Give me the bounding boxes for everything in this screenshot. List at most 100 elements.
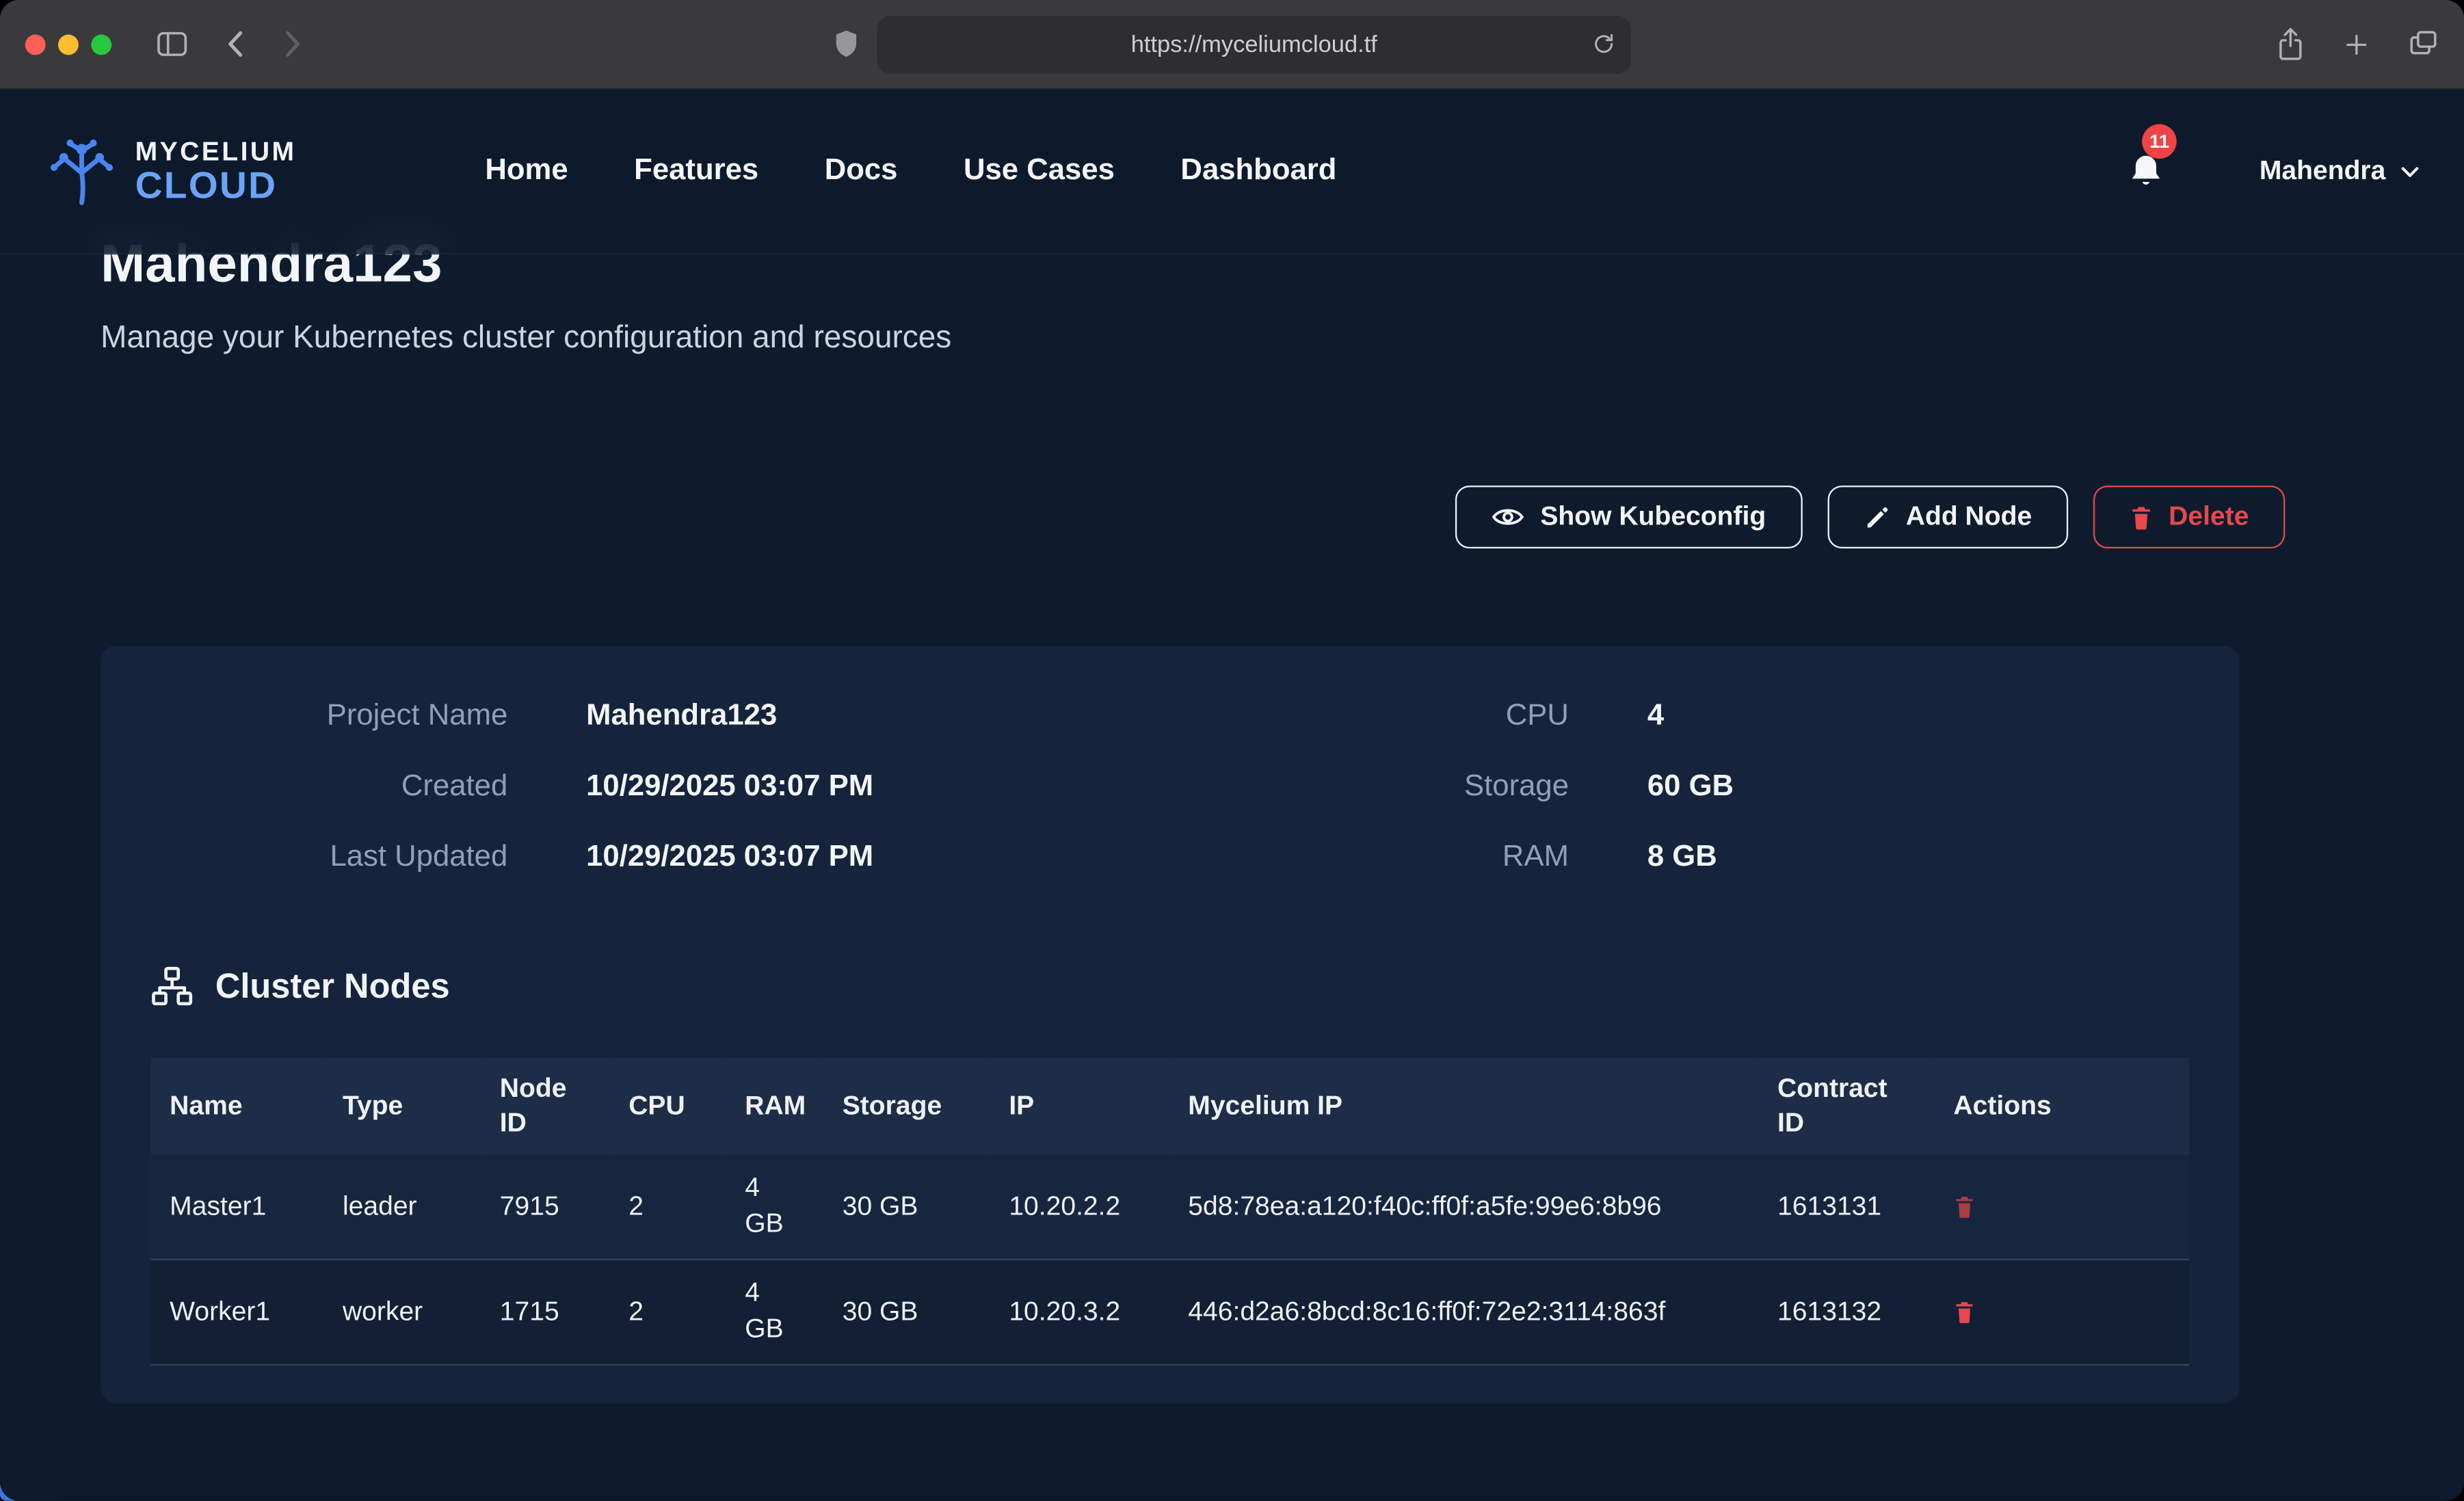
add-node-button[interactable]: Add Node xyxy=(1827,486,2068,548)
cluster-card: Project Name Mahendra123 Created 10/29/2… xyxy=(101,646,2240,1403)
zoom-window-button[interactable] xyxy=(91,34,111,54)
detail-label: RAM xyxy=(1333,840,1569,875)
back-button[interactable] xyxy=(226,30,243,58)
reload-button[interactable] xyxy=(1592,32,1615,55)
tabs-overview-icon xyxy=(2408,28,2439,59)
page-viewport: MYCELIUM CLOUD Home Features Docs Use Ca… xyxy=(0,90,2464,1501)
pencil-icon xyxy=(1864,504,1890,531)
add-node-label: Add Node xyxy=(1906,501,2032,533)
plus-icon xyxy=(2343,31,2370,57)
cell-ram: 4 GB xyxy=(726,1260,823,1365)
nav-link[interactable]: Docs xyxy=(825,154,898,189)
details-column-right: CPU 4 Storage 60 GB RAM xyxy=(1333,680,2189,892)
cell-mycelium-ip: 446:d2a6:8bcd:8c16:ff0f:72e2:3114:863f xyxy=(1169,1260,1759,1365)
detail-value: 4 xyxy=(1647,698,1664,733)
main-content: Mahendra123 Manage your Kubernetes clust… xyxy=(0,90,2464,1403)
table-head: Name Type Node ID CPU RAM xyxy=(151,1058,2190,1156)
table-row: Master1 leader 7915 2 4 GB 30 GB 10.20.2… xyxy=(151,1155,2190,1260)
detail-row: CPU 4 xyxy=(1333,680,2189,751)
column-header: CPU xyxy=(610,1058,726,1156)
nav-link[interactable]: Use Cases xyxy=(964,154,1115,189)
tab-overview-button[interactable] xyxy=(2408,28,2439,59)
share-button[interactable] xyxy=(2276,27,2306,62)
column-header: IP xyxy=(990,1058,1169,1156)
brand-line1: MYCELIUM xyxy=(135,137,297,164)
user-menu[interactable]: Mahendra xyxy=(2260,156,2420,187)
detail-row: Storage 60 GB xyxy=(1333,751,2189,821)
delete-node-button[interactable] xyxy=(1953,1299,1975,1325)
detail-row: Project Name Mahendra123 xyxy=(151,680,1334,751)
chrome-right-actions xyxy=(2276,0,2439,88)
brand-text: MYCELIUM CLOUD xyxy=(135,137,297,205)
minimize-window-button[interactable] xyxy=(58,34,79,54)
cluster-nodes-header: Cluster Nodes xyxy=(151,965,2190,1007)
nav-link[interactable]: Home xyxy=(485,154,568,189)
delete-label: Delete xyxy=(2169,501,2249,533)
cell-contract-id: 1613132 xyxy=(1758,1260,1934,1365)
nav-link[interactable]: Features xyxy=(634,154,758,189)
traffic-lights xyxy=(25,34,111,54)
cell-mycelium-ip: 5d8:78ea:a120:f40c:ff0f:a5fe:99e6:8b96 xyxy=(1169,1155,1759,1260)
cell-cpu: 2 xyxy=(610,1155,726,1260)
chevron-right-icon xyxy=(284,30,302,58)
cell-storage: 30 GB xyxy=(823,1260,990,1365)
shield-icon[interactable] xyxy=(833,28,860,59)
address-bar[interactable]: https://myceliumcloud.tf xyxy=(877,15,1631,73)
detail-value: 60 GB xyxy=(1647,769,1734,804)
cell-type: leader xyxy=(323,1155,481,1260)
detail-label: CPU xyxy=(1333,698,1569,733)
history-navigation xyxy=(226,30,302,58)
cluster-nodes-table: Name Type Node ID CPU RAM xyxy=(151,1058,2190,1366)
cell-cpu: 2 xyxy=(610,1260,726,1365)
new-tab-button[interactable] xyxy=(2343,31,2370,57)
detail-row: Last Updated 10/29/2025 03:07 PM xyxy=(151,822,1334,892)
cell-storage: 30 GB xyxy=(823,1155,990,1260)
detail-value: 8 GB xyxy=(1647,840,1717,875)
cell-node-id: 7915 xyxy=(481,1155,609,1260)
column-header: Storage xyxy=(823,1058,990,1156)
column-header: RAM xyxy=(726,1058,823,1156)
cluster-nodes-title: Cluster Nodes xyxy=(215,966,450,1007)
cell-ip: 10.20.2.2 xyxy=(990,1155,1169,1260)
delete-node-button[interactable] xyxy=(1953,1195,1975,1220)
cell-type: worker xyxy=(323,1260,481,1365)
mycelium-logo-icon xyxy=(44,137,119,206)
nav-right: 11 Mahendra xyxy=(2126,151,2420,192)
show-kubeconfig-label: Show Kubeconfig xyxy=(1540,501,1766,533)
network-icon xyxy=(151,965,194,1007)
cluster-details: Project Name Mahendra123 Created 10/29/2… xyxy=(151,680,2190,892)
forward-button[interactable] xyxy=(284,30,302,58)
share-icon xyxy=(2276,27,2306,62)
detail-label: Project Name xyxy=(151,698,508,733)
delete-cluster-button[interactable]: Delete xyxy=(2093,486,2285,548)
detail-row: Created 10/29/2025 03:07 PM xyxy=(151,751,1334,821)
page-subtitle: Manage your Kubernetes cluster configura… xyxy=(101,321,2363,357)
top-navigation: MYCELIUM CLOUD Home Features Docs Use Ca… xyxy=(0,90,2464,254)
nav-link[interactable]: Dashboard xyxy=(1180,154,1336,189)
detail-row: RAM 8 GB xyxy=(1333,822,2189,892)
trash-icon xyxy=(2130,504,2153,531)
notification-badge: 11 xyxy=(2141,124,2177,159)
show-kubeconfig-button[interactable]: Show Kubeconfig xyxy=(1455,486,1802,548)
table-row: Worker1 worker 1715 2 4 GB 30 GB 10.20.3… xyxy=(151,1260,2190,1365)
column-header: Contract ID xyxy=(1758,1058,1934,1156)
close-window-button[interactable] xyxy=(25,34,46,54)
trash-icon xyxy=(1953,1299,1975,1325)
cell-name: Master1 xyxy=(151,1155,324,1260)
column-header: Actions xyxy=(1935,1058,2189,1156)
notifications-button[interactable]: 11 xyxy=(2126,151,2165,192)
cluster-actions: Show Kubeconfig Add Node Delete xyxy=(101,486,2363,548)
sidebar-toggle-button[interactable] xyxy=(156,30,189,58)
cell-node-id: 1715 xyxy=(481,1260,609,1365)
detail-label: Created xyxy=(151,769,508,804)
detail-value: 10/29/2025 03:07 PM xyxy=(586,769,873,804)
cell-actions xyxy=(1935,1155,2189,1260)
column-header: Name xyxy=(151,1058,324,1156)
column-header: Mycelium IP xyxy=(1169,1058,1759,1156)
cluster-nodes-table-body: Master1 leader 7915 2 4 GB 30 GB 10.20.2… xyxy=(151,1155,2190,1364)
trash-icon xyxy=(1953,1195,1975,1220)
browser-chrome: https://myceliumcloud.tf xyxy=(0,0,2464,90)
address-bar-group: https://myceliumcloud.tf xyxy=(833,0,1631,88)
table-header-row: Name Type Node ID CPU RAM xyxy=(151,1058,2190,1156)
brand[interactable]: MYCELIUM CLOUD xyxy=(44,137,296,206)
